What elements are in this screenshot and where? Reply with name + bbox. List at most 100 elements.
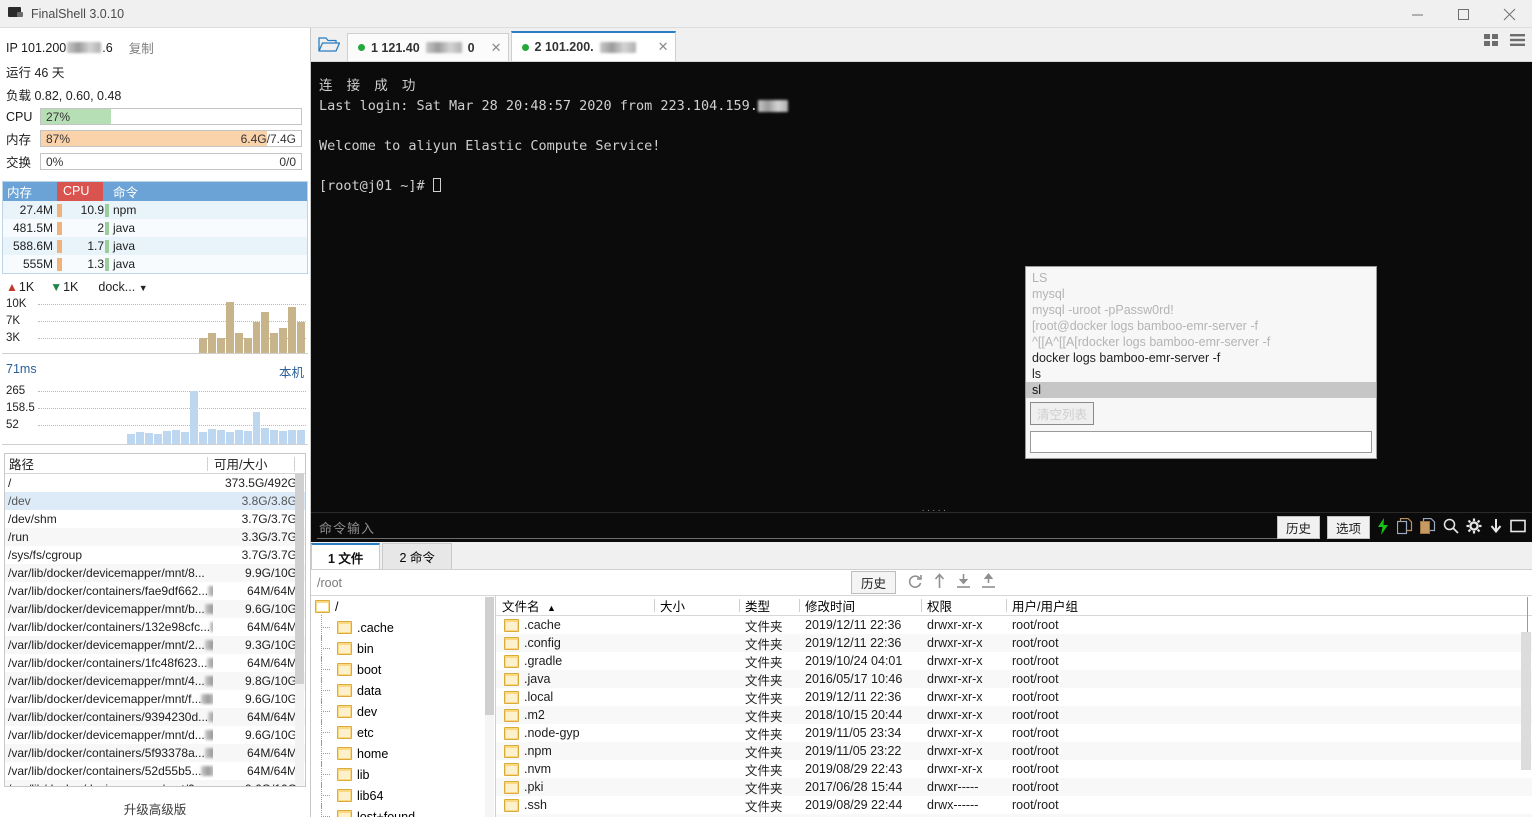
col-header-type[interactable]: 类型 (739, 596, 799, 615)
process-row[interactable]: 555M 1.3 java (3, 255, 307, 273)
history-button[interactable]: 历史 (1276, 516, 1320, 539)
disk-row[interactable]: /var/lib/docker/containers/fae9df662... 6… (5, 582, 305, 600)
open-folder-icon[interactable] (311, 27, 347, 61)
tree-node-[interactable]: / (311, 596, 495, 617)
grid-view-icon[interactable] (1484, 33, 1500, 50)
file-row[interactable]: .nvm 文件夹 2019/08/29 22:43 drwxr-xr-x root/ro… (496, 760, 1532, 778)
tree-node-boot[interactable]: boot (311, 657, 495, 682)
col-header-path[interactable]: 路径 (5, 454, 207, 473)
file-row[interactable]: .java 文件夹 2016/05/17 10:46 drwxr-xr-x root/r… (496, 670, 1532, 688)
command-history-item[interactable]: sl (1026, 382, 1376, 398)
minimize-button[interactable] (1394, 0, 1440, 28)
col-header-permissions[interactable]: 权限 (921, 596, 1006, 615)
lightning-icon[interactable] (1377, 517, 1390, 538)
disk-row[interactable]: /var/lib/docker/devicemapper/mnt/8... 9.9… (5, 564, 305, 582)
disk-row[interactable]: /var/lib/docker/devicemapper/mnt/d... 9.6… (5, 726, 305, 744)
copy-ip-button[interactable]: 复制 (129, 38, 154, 57)
upgrade-link[interactable]: 升级高级版 (0, 787, 310, 817)
file-row[interactable]: .config 文件夹 2019/12/11 22:36 drwxr-xr-x root… (496, 634, 1532, 652)
file-list-scrollbar[interactable] (1521, 616, 1531, 817)
command-history-item[interactable]: LS (1026, 270, 1376, 286)
disk-row[interactable]: /var/lib/docker/containers/132e98cfc... 6… (5, 618, 305, 636)
disk-row[interactable]: /sys/fs/cgroup 3.7G/3.7G (5, 546, 305, 564)
file-manager-tab-1[interactable]: 1 文件 (311, 543, 381, 569)
copy-icon[interactable] (1396, 517, 1413, 538)
disk-row[interactable]: /var/lib/docker/devicemapper/mnt/9...9.6… (5, 780, 305, 786)
col-header-cpu[interactable]: CPU (57, 182, 103, 201)
file-row[interactable]: .pki 文件夹 2017/06/28 15:44 drwxr----- root/ro… (496, 778, 1532, 796)
download-icon[interactable] (1489, 518, 1503, 537)
process-row[interactable]: 481.5M 2 java (3, 219, 307, 237)
disk-row[interactable]: /var/lib/docker/devicemapper/mnt/b... 9.6… (5, 600, 305, 618)
latency-host-label[interactable]: 本机 (279, 362, 304, 381)
close-tab-icon[interactable]: ✕ (481, 40, 502, 56)
disk-row[interactable]: /run 3.3G/3.7G (5, 528, 305, 546)
refresh-icon[interactable] (906, 573, 923, 592)
gear-icon[interactable] (1466, 518, 1482, 537)
file-row[interactable]: .local 文件夹 2019/12/11 22:36 drwxr-xr-x root/… (496, 688, 1532, 706)
terminal-tab-1[interactable]: 1 121.40 0 ✕ (347, 33, 509, 61)
network-interface-select[interactable]: dock... ▼ (98, 280, 147, 294)
clear-history-button[interactable]: 清空列表 (1030, 402, 1095, 425)
file-row[interactable]: .ssh 文件夹 2019/08/29 22:44 drwx------ root/ro… (496, 796, 1532, 814)
maximize-button[interactable] (1440, 0, 1486, 28)
file-row[interactable]: .gradle 文件夹 2019/10/24 04:01 drwxr-xr-x root… (496, 652, 1532, 670)
disk-row[interactable]: /var/lib/docker/containers/52d55b5... 64M… (5, 762, 305, 780)
command-history-item[interactable]: ls (1026, 366, 1376, 382)
parent-directory-icon[interactable] (933, 573, 946, 592)
disk-scrollbar[interactable] (295, 474, 304, 785)
options-button[interactable]: 选项 (1326, 516, 1370, 539)
tree-node-lib64[interactable]: lib64 (311, 783, 495, 808)
process-row[interactable]: 27.4M 10.9 npm (3, 201, 307, 219)
command-history-item[interactable]: [root@docker logs bamboo-emr-server -f (1026, 318, 1376, 334)
disk-row[interactable]: /var/lib/docker/devicemapper/mnt/f... 9.6… (5, 690, 305, 708)
list-view-icon[interactable] (1510, 33, 1526, 50)
terminal-output[interactable]: 连 接 成 功 Last login: Sat Mar 28 20:48:57 … (311, 62, 1532, 512)
tree-node-etc[interactable]: etc (311, 720, 495, 745)
close-button[interactable] (1486, 0, 1532, 28)
process-row[interactable]: 588.6M 1.7 java (3, 237, 307, 255)
paste-icon[interactable] (1420, 517, 1436, 538)
tree-node-home[interactable]: home (311, 741, 495, 766)
col-header-memory[interactable]: 内存 (3, 182, 57, 201)
tree-node-lib[interactable]: lib (311, 762, 495, 787)
terminal-tab-2[interactable]: 2 101.200. ✕ (510, 31, 676, 61)
col-header-size[interactable]: 大小 (654, 596, 739, 615)
tree-node-dev[interactable]: dev (311, 699, 495, 724)
history-filter-input[interactable] (1030, 431, 1372, 453)
disk-row[interactable]: /var/lib/docker/containers/5f93378a... 64… (5, 744, 305, 762)
path-history-button[interactable]: 历史 (851, 571, 897, 594)
file-row[interactable]: .m2 文件夹 2018/10/15 20:44 drwxr-xr-x root/roo… (496, 706, 1532, 724)
disk-row[interactable]: /var/lib/docker/devicemapper/mnt/2... 9.3… (5, 636, 305, 654)
search-icon[interactable] (1443, 518, 1459, 537)
command-history-item[interactable]: mysql (1026, 286, 1376, 302)
col-header-owner[interactable]: 用户/用户组 (1006, 596, 1116, 615)
file-row[interactable]: .npm 文件夹 2019/11/05 23:22 drwxr-xr-x root/ro… (496, 742, 1532, 760)
tree-node-bin[interactable]: bin (311, 636, 495, 661)
tree-node-lostfound[interactable]: lost+found (311, 804, 495, 817)
window-icon[interactable] (1510, 519, 1526, 536)
command-history-item[interactable]: mysql -uroot -pPassw0rd! (1026, 302, 1376, 318)
disk-row[interactable]: / 373.5G/492G (5, 474, 305, 492)
file-row[interactable]: .cache 文件夹 2019/12/11 22:36 drwxr-xr-x root/… (496, 616, 1532, 634)
command-history-item[interactable]: ^[[A^[[A[rdocker logs bamboo-emr-server … (1026, 334, 1376, 350)
disk-row[interactable]: /var/lib/docker/containers/9394230d... 64… (5, 708, 305, 726)
current-path[interactable]: /root (311, 576, 342, 590)
disk-row[interactable]: /var/lib/docker/devicemapper/mnt/4... 9.8… (5, 672, 305, 690)
command-history-item[interactable]: docker logs bamboo-emr-server -f (1026, 350, 1376, 366)
upload-file-icon[interactable] (981, 573, 996, 592)
tree-scrollbar[interactable] (485, 597, 494, 817)
command-input[interactable]: 命令输入 (311, 518, 375, 537)
disk-row[interactable]: /var/lib/docker/containers/1fc48f623... 6… (5, 654, 305, 672)
download-file-icon[interactable] (956, 573, 971, 592)
disk-row[interactable]: /dev 3.8G/3.8G (5, 492, 305, 510)
col-header-filename[interactable]: 文件名 ▲ (496, 596, 654, 615)
tree-node-data[interactable]: data (311, 678, 495, 703)
tree-node-cache[interactable]: .cache (311, 615, 495, 640)
col-header-mtime[interactable]: 修改时间 (799, 596, 921, 615)
splitter-handle[interactable]: ····· (922, 505, 949, 516)
col-header-size[interactable]: 可用/大小 (208, 454, 294, 473)
file-manager-tab-2[interactable]: 2 命令 (382, 543, 452, 569)
file-row[interactable]: .node-gyp 文件夹 2019/11/05 23:34 drwxr-xr-x ro… (496, 724, 1532, 742)
close-tab-icon[interactable]: ✕ (648, 39, 669, 55)
